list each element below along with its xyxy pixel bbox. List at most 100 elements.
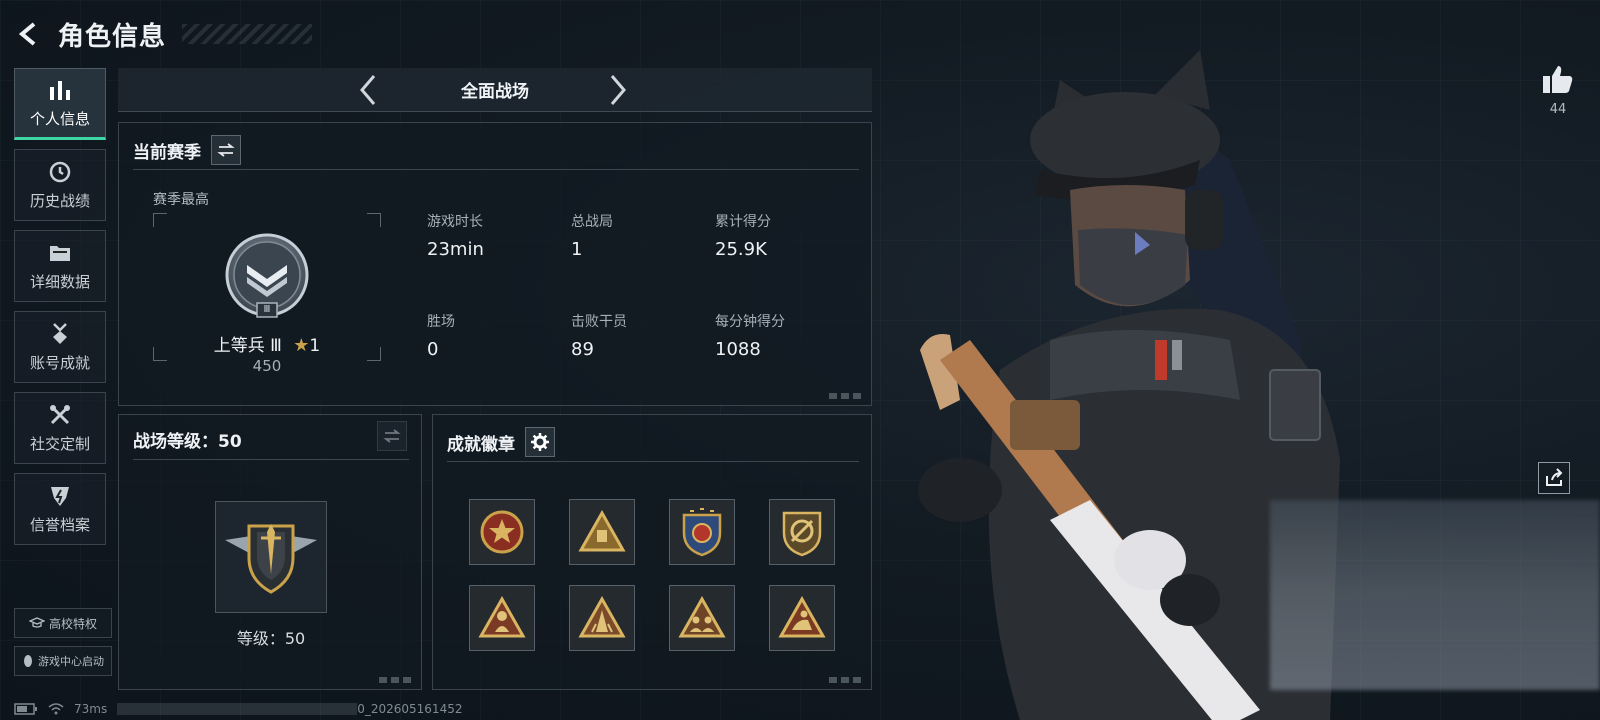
sidebar-item-detail-data[interactable]: 详细数据 xyxy=(14,230,106,302)
panel-divider xyxy=(133,459,409,460)
sidebar-item-label: 详细数据 xyxy=(29,272,90,291)
history-clock-icon xyxy=(47,160,73,184)
achievement-badge-7[interactable] xyxy=(669,585,735,651)
achievement-title: 成就徽章 xyxy=(447,434,515,455)
bar-chart-icon xyxy=(47,78,73,102)
thumbs-up-icon xyxy=(1543,66,1573,93)
session-id: 0_202605161452 xyxy=(357,702,463,716)
rank-stars: 1 xyxy=(309,336,321,356)
share-button[interactable] xyxy=(1538,462,1570,494)
stat-wins: 胜场 0 xyxy=(427,311,455,360)
ping-value: 73ms xyxy=(74,702,108,716)
stat-value: 25.9K xyxy=(715,239,767,260)
sidebar-item-label: 历史战绩 xyxy=(29,191,90,210)
share-icon xyxy=(1546,468,1563,486)
corner-decoration xyxy=(379,677,413,683)
stat-label: 总战局 xyxy=(571,214,613,230)
stat-total-score: 累计得分 25.9K xyxy=(715,211,771,260)
compass-shield-badge-icon xyxy=(782,511,822,557)
achievement-panel: 成就徽章 xyxy=(432,414,872,690)
tools-icon xyxy=(47,403,73,427)
achievement-badge-5[interactable] xyxy=(469,585,535,651)
battery-icon xyxy=(14,703,37,715)
battle-level-switch-button[interactable] xyxy=(377,421,407,451)
sidebar-item-social-custom[interactable]: 社交定制 xyxy=(14,392,106,464)
sidebar: 个人信息 历史战绩 详细数据 账号成就 社交定制 信誉档案 xyxy=(14,68,106,554)
page-header: 角色信息 xyxy=(14,14,313,54)
chevron-right-icon xyxy=(610,75,626,105)
stat-value: 1 xyxy=(571,239,583,260)
rider-triangle-badge-icon xyxy=(778,596,826,638)
frame-corner xyxy=(153,213,167,227)
achievement-settings-button[interactable] xyxy=(525,427,555,457)
stat-value: 0 xyxy=(427,339,439,360)
sidebar-item-label: 个人信息 xyxy=(29,109,90,128)
like-button[interactable]: 44 xyxy=(1538,64,1578,117)
sidebar-item-label: 社交定制 xyxy=(29,434,90,453)
season-title: 当前赛季 xyxy=(133,142,201,163)
credit-shield-icon xyxy=(47,484,73,508)
sidebar-item-label: 账号成就 xyxy=(29,353,90,372)
wifi-icon xyxy=(48,703,64,715)
campus-privilege-label: 高校特权 xyxy=(48,616,97,631)
troops-triangle-badge-icon xyxy=(678,596,726,638)
sidebar-item-history[interactable]: 历史战绩 xyxy=(14,149,106,221)
stat-value: 1088 xyxy=(715,339,761,360)
sidebar-item-achievements[interactable]: 账号成就 xyxy=(14,311,106,383)
achievement-badge-2[interactable] xyxy=(569,499,635,565)
graduation-cap-icon xyxy=(28,617,45,628)
stat-value: 89 xyxy=(571,339,594,360)
like-count: 44 xyxy=(1549,102,1567,117)
sidebar-item-label: 信誉档案 xyxy=(29,515,90,534)
rank-emblem-numeral: Ⅲ xyxy=(263,304,271,315)
back-button[interactable] xyxy=(14,18,46,50)
mode-prev-button[interactable] xyxy=(350,72,386,108)
season-panel-header: 当前赛季 xyxy=(133,135,241,165)
achievement-badge-6[interactable] xyxy=(569,585,635,651)
sidebar-item-credit[interactable]: 信誉档案 xyxy=(14,473,106,545)
rank-score: 450 xyxy=(252,357,282,375)
season-best-label: 赛季最高 xyxy=(153,192,209,208)
rank-star-icon: ★ xyxy=(293,335,310,356)
eagle-shield-badge-icon xyxy=(682,508,722,557)
mode-next-button[interactable] xyxy=(600,72,636,108)
battle-level-emblem-frame xyxy=(215,501,327,613)
soldier-triangle-badge-icon xyxy=(478,596,526,638)
achievement-badge-3[interactable] xyxy=(669,499,735,565)
frame-corner xyxy=(367,213,381,227)
swap-arrows-icon xyxy=(383,429,401,443)
stat-label: 每分钟得分 xyxy=(715,314,785,330)
panel-divider xyxy=(133,169,859,170)
achievement-badge-1[interactable] xyxy=(469,499,535,565)
season-switch-button[interactable] xyxy=(211,135,241,165)
mode-title: 全面战场 xyxy=(461,82,529,102)
stat-label: 胜场 xyxy=(427,314,455,330)
blurred-overlay xyxy=(1270,500,1600,690)
stat-total-matches: 总战局 1 xyxy=(571,211,613,260)
panel-divider xyxy=(447,461,859,462)
campus-privilege-button[interactable]: 高校特权 xyxy=(14,608,112,638)
status-bar: 73ms 0_202605161452 xyxy=(14,700,462,718)
season-panel: 当前赛季 赛季最高 Ⅲ 上等兵 Ⅲ ★1 450 游戏时长 23min 总战局 … xyxy=(118,122,872,406)
stat-score-per-minute: 每分钟得分 1088 xyxy=(715,311,785,360)
page-title: 角色信息 xyxy=(58,21,167,52)
stat-operators-defeated: 击败干员 89 xyxy=(571,311,627,360)
achievement-badge-8[interactable] xyxy=(769,585,835,651)
rank-name-row: 上等兵 Ⅲ ★1 xyxy=(153,331,381,356)
battle-level-panel: 战场等级：50 等级：50 xyxy=(118,414,422,690)
swap-arrows-icon xyxy=(217,143,235,157)
gear-icon xyxy=(531,433,549,451)
supply-triangle-badge-icon xyxy=(578,510,626,552)
corner-decoration xyxy=(829,393,863,399)
stat-label: 击败干员 xyxy=(571,314,627,330)
title-decoration xyxy=(182,24,313,44)
battle-level-title: 战场等级：50 xyxy=(133,432,242,452)
achievement-badge-4[interactable] xyxy=(769,499,835,565)
rank-name: 上等兵 Ⅲ xyxy=(213,336,282,356)
corner-decoration xyxy=(829,677,863,683)
medal-icon xyxy=(47,322,73,346)
winged-shield-emblem-icon xyxy=(225,524,317,594)
sidebar-item-personal-info[interactable]: 个人信息 xyxy=(14,68,106,140)
game-center-button[interactable]: 游戏中心启动 xyxy=(14,646,112,676)
stat-label: 游戏时长 xyxy=(427,214,483,230)
